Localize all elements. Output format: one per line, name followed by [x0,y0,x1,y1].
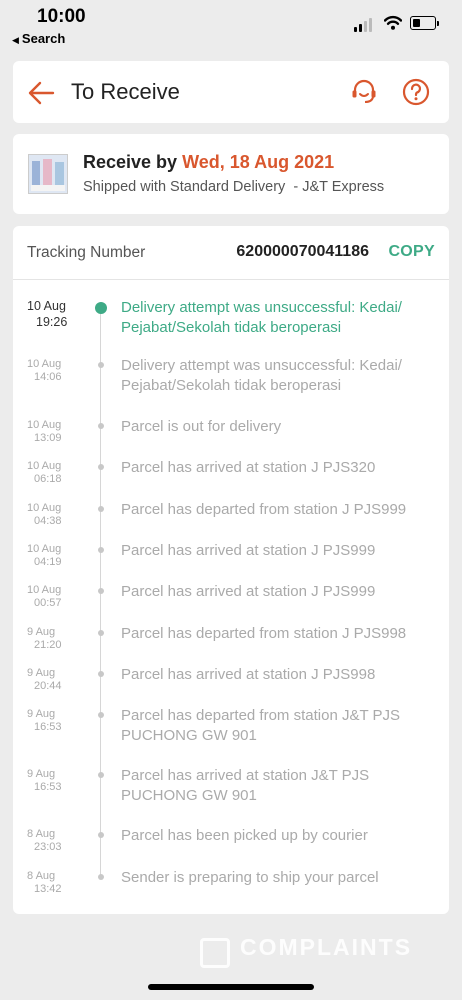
event-datetime: 9 Aug 21:20 [27,626,75,652]
event-datetime: 10 Aug 06:18 [27,460,75,486]
timeline-dot [98,547,104,553]
event-description: Parcel has departed from station J&T PJS… [121,707,401,744]
event-description: Parcel has arrived at station J PJS998 [121,666,376,683]
event-time: 20:44 [34,680,62,692]
event-time: 00:57 [34,597,62,609]
timeline-dot [98,712,104,718]
back-to-app-label: Search [21,31,66,46]
event-datetime: 8 Aug 23:03 [27,828,75,854]
timeline-dot [98,772,104,778]
timeline-dot [98,506,104,512]
event-date: 10 Aug [27,543,62,555]
product-thumbnail [28,154,68,194]
event-time: 19:26 [36,315,68,329]
home-indicator[interactable] [148,984,314,990]
help-question-icon[interactable] [401,77,431,107]
event-date: 9 Aug [27,626,56,638]
event-time: 16:53 [34,721,62,733]
event-datetime: 10 Aug 00:57 [27,584,75,610]
event-date: 10 Aug [27,502,62,514]
timeline-dot-active [95,302,107,314]
event-date: 9 Aug [27,667,56,679]
event-datetime: 10 Aug 04:19 [27,543,75,569]
receive-by-date: Wed, 18 Aug 2021 [182,152,335,172]
copy-button[interactable]: COPY [388,243,435,261]
event-description: Delivery attempt was unsuccessful: Kedai… [121,357,402,394]
event-datetime: 9 Aug 16:53 [27,768,75,794]
event-date: 8 Aug [27,870,56,882]
event-datetime: 9 Aug 16:53 [27,708,75,734]
back-arrow-icon[interactable] [27,79,55,107]
customer-service-headset-icon[interactable] [349,77,379,107]
event-datetime: 10 Aug 04:38 [27,502,75,528]
watermark: COMPLAINTS [200,932,430,972]
shipping-method: Shipped with Standard Delivery - J&T Exp… [83,179,385,195]
event-date: 10 Aug [27,419,62,431]
status-time: 10:00 [37,6,86,27]
tracking-number-value: 620000070041186 [236,243,369,260]
cellular-signal-icon [354,14,374,32]
event-description: Parcel has arrived at station J PJS999 [121,542,376,559]
event-time: 04:19 [34,556,62,568]
event-date: 10 Aug [27,584,62,596]
event-description: Parcel has departed from station J PJS99… [121,625,407,642]
event-time: 14:06 [34,371,62,383]
event-time: 16:53 [34,781,62,793]
timeline-dot [98,832,104,838]
event-date: 9 Aug [27,768,56,780]
watermark-text: COMPLAINTS [240,934,413,960]
tracking-number-row: Tracking Number 620000070041186 COPY [13,226,449,280]
event-datetime: 8 Aug 13:42 [27,870,75,896]
delivery-summary-card[interactable]: Receive by Wed, 18 Aug 2021 Shipped with… [13,134,449,214]
event-description: Sender is preparing to ship your parcel [121,869,379,886]
back-to-app-link[interactable]: ◀ Search [12,31,65,46]
event-time: 13:42 [34,883,62,895]
timeline-dot [98,874,104,880]
tracking-number-label: Tracking Number [27,244,146,261]
back-triangle-icon: ◀ [12,35,19,45]
event-date: 10 Aug [27,299,66,313]
timeline-dot [98,588,104,594]
event-time: 06:18 [34,473,62,485]
event-date: 10 Aug [27,460,62,472]
event-time: 04:38 [34,515,62,527]
timeline-dot [98,362,104,368]
event-datetime: 10 Aug 13:09 [27,419,75,445]
timeline-dot [98,630,104,636]
timeline-dot [98,464,104,470]
wifi-icon [384,15,402,30]
tracking-card: Tracking Number 620000070041186 COPY 10 … [13,226,449,914]
event-date: 8 Aug [27,828,56,840]
event-date: 9 Aug [27,708,56,720]
event-description: Parcel is out for delivery [121,418,282,435]
event-datetime: 10 Aug 14:06 [27,358,75,384]
status-bar: 10:00 ◀ Search [0,0,462,52]
event-datetime: 10 Aug 19:26 [27,298,75,330]
battery-icon [410,16,439,30]
event-description: Parcel has arrived at station J&T PJS PU… [121,767,370,804]
event-description: Parcel has arrived at station J PJS999 [121,583,376,600]
event-date: 10 Aug [27,358,62,370]
timeline-dot [98,671,104,677]
watermark-logo-icon [200,938,230,968]
event-time: 23:03 [34,841,62,853]
timeline-dot [98,423,104,429]
top-bar: To Receive [13,61,449,123]
event-description: Parcel has departed from station J PJS99… [121,501,407,518]
event-time: 21:20 [34,639,62,651]
event-time: 13:09 [34,432,62,444]
event-description: Parcel has been picked up by courier [121,827,368,844]
receive-by-label: Receive by [83,152,178,172]
event-datetime: 9 Aug 20:44 [27,667,75,693]
page-title: To Receive [71,79,180,104]
event-description: Parcel has arrived at station J PJS320 [121,459,376,476]
receive-by-line: Receive by Wed, 18 Aug 2021 [83,152,334,173]
event-description: Delivery attempt was unsuccessful: Kedai… [121,299,402,336]
